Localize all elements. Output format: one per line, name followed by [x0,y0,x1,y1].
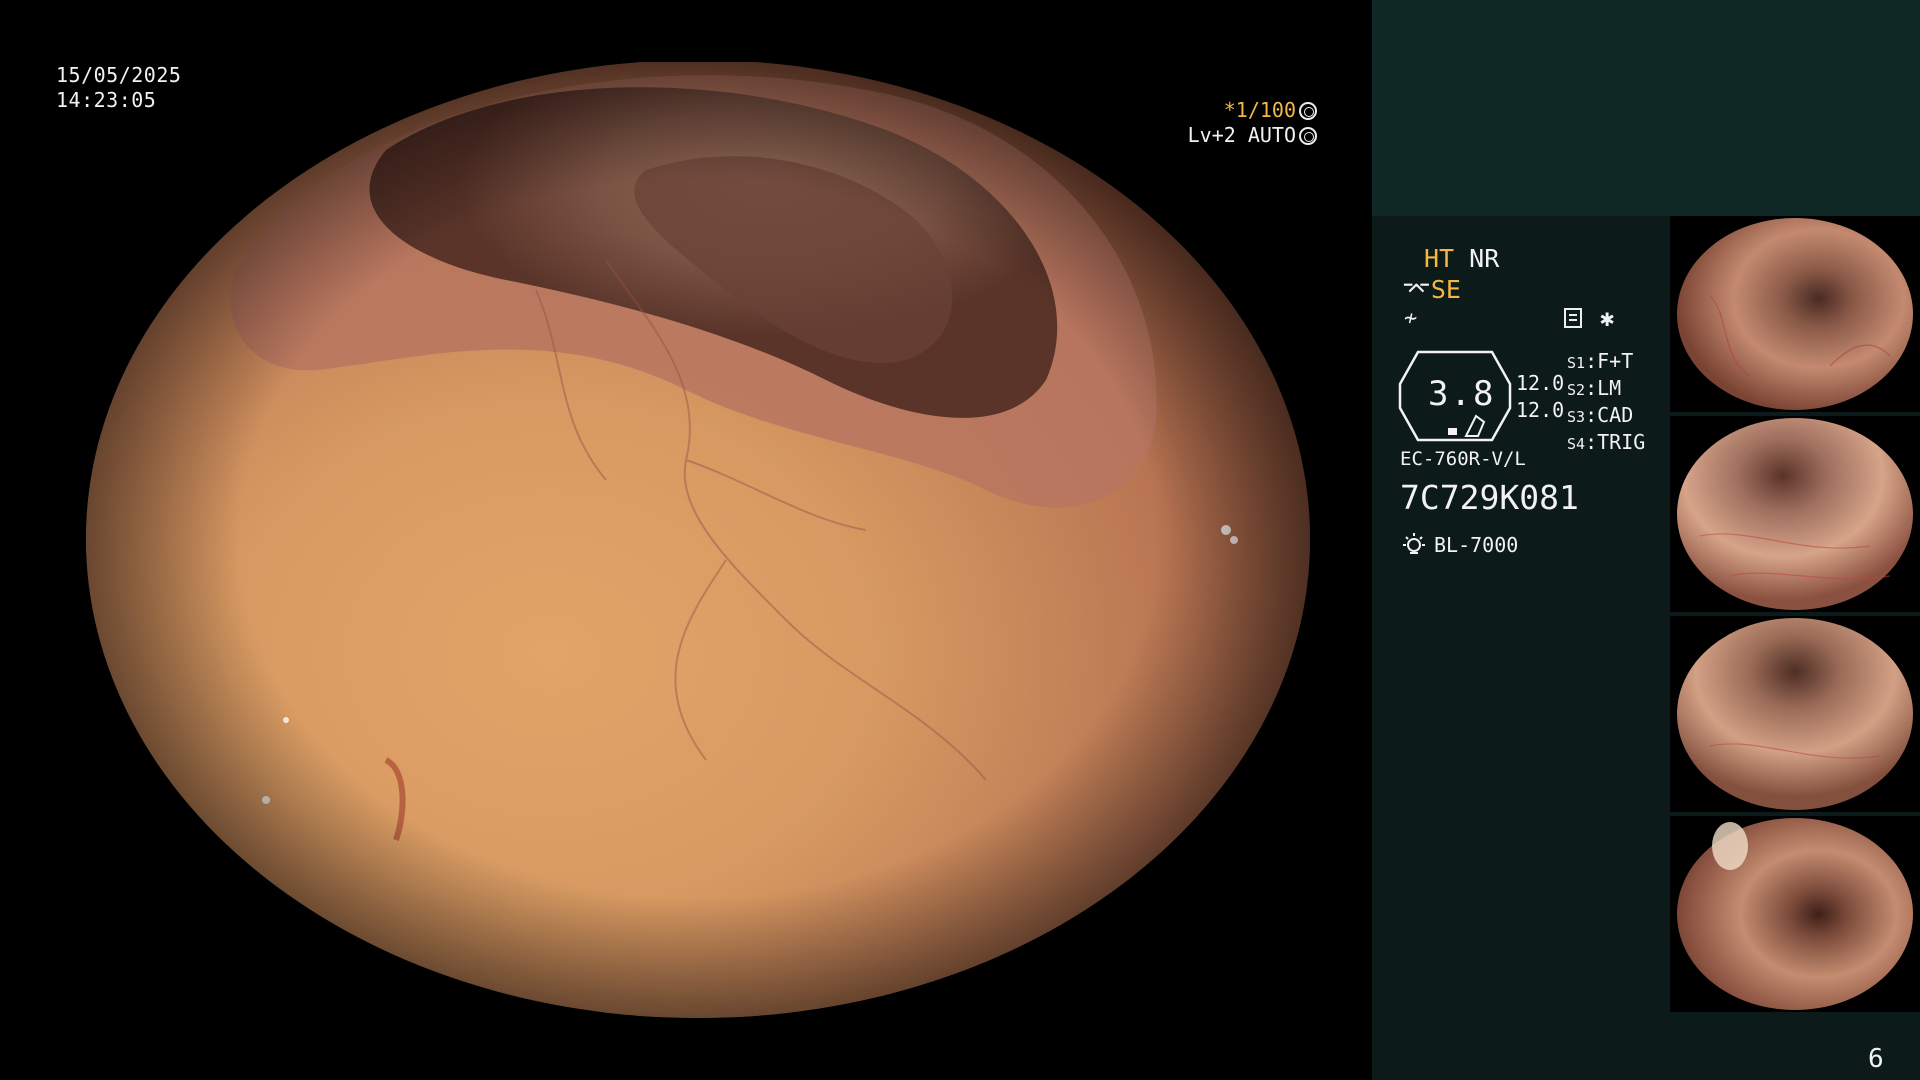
thumbnail-4[interactable] [1670,816,1920,1012]
scope-serial: 7C729K081 [1400,478,1579,517]
info-panel: HT NR ⌤SE ≁ ✱ 3.8 12.0 12.0 S1:F+T S2:LM… [1372,0,1920,1080]
iris-sub-1: 12.0 [1516,371,1565,395]
endoscopy-screen: 15/05/2025 14:23:05 *1/100 Lv+2 AUTO HT … [0,0,1920,1080]
iris-sub-values: 12.0 12.0 [1516,370,1564,424]
thumbnail-2[interactable] [1670,416,1920,612]
thumbnail-1[interactable] [1670,216,1920,412]
time-text: 14:23:05 [56,88,157,112]
settings-list-icon [1564,308,1582,328]
exposure-overlay: *1/100 Lv+2 AUTO [1188,98,1317,148]
shutter-icon [1299,102,1317,120]
scope-model: EC-760R-V/L [1400,448,1526,470]
enhancement-line: HT NR [1424,244,1499,273]
brightness-level-text: Lv+2 AUTO [1187,123,1296,147]
frame-mask-top [0,0,1372,62]
light-source: BL-7000 [1402,532,1518,557]
colon-lumen-image [86,60,1310,1018]
panel-header-area [1372,0,1920,216]
se-line: ⌤SE [1402,275,1461,304]
structure-enhance-icon: ⌤ [1402,275,1431,304]
main-endoscope-view: 15/05/2025 14:23:05 *1/100 Lv+2 AUTO [0,0,1372,1080]
shutter-speed-text: *1/100 [1223,98,1296,122]
thumbnail-3[interactable] [1670,616,1920,812]
lamp-icon [1403,533,1425,554]
asterisk-icon: ✱ [1600,304,1615,332]
nr-label: NR [1469,244,1500,273]
switch-assignments: S1:F+T S2:LM S3:CAD S4:TRIG [1567,349,1645,457]
page-number: 6 [1868,1044,1884,1074]
auto-iris-icon [1299,127,1317,145]
switch-slot: S3:CAD [1567,403,1634,427]
switch-slot: S2:LM [1567,376,1622,400]
date-text: 15/05/2025 [56,63,182,87]
ht-label: HT [1424,244,1455,273]
se-label: SE [1430,275,1461,304]
light-source-text: BL-7000 [1434,533,1519,557]
switch-slot: S4:TRIG [1567,430,1646,454]
switch-slot: S1:F+T [1567,349,1634,373]
iris-value: 3.8 [1428,374,1496,414]
frame-mask-bottom [0,1018,1372,1080]
color-mode-icon: ≁ [1404,306,1418,331]
iris-sub-2: 12.0 [1516,398,1565,422]
datetime-overlay: 15/05/2025 14:23:05 [56,63,181,113]
